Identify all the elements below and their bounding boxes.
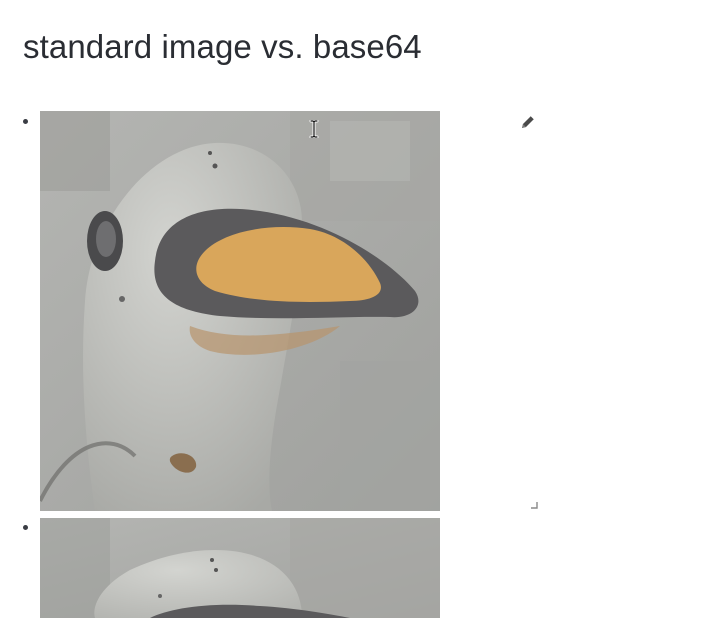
list-bullet <box>23 119 28 124</box>
page-title: standard image vs. base64 <box>23 28 422 65</box>
text-cursor-icon <box>309 120 319 138</box>
image-standard[interactable] <box>40 111 440 511</box>
image-base64[interactable] <box>40 518 440 618</box>
pencil-icon[interactable] <box>520 114 536 130</box>
swan-photo <box>40 518 440 618</box>
page: standard image vs. base64 <box>0 0 717 618</box>
list-bullet <box>23 525 28 530</box>
swan-photo <box>40 111 440 511</box>
resize-handle-icon[interactable] <box>531 502 538 509</box>
